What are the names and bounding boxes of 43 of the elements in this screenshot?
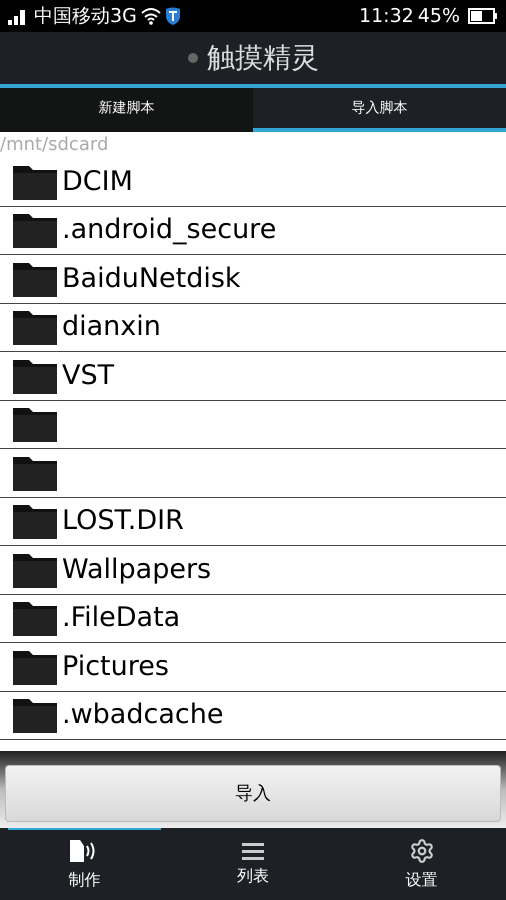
- folder-icon: [12, 405, 58, 444]
- app-title: 触摸精灵: [207, 40, 319, 76]
- folder-row[interactable]: Wallpapers: [0, 546, 506, 594]
- wifi-icon: [140, 7, 161, 25]
- folder-row[interactable]: Pictures: [0, 643, 506, 692]
- folder-name: BaiduNetdisk: [62, 262, 241, 296]
- folder-name: Pictures: [62, 650, 169, 684]
- folder-row[interactable]: VST: [0, 352, 506, 400]
- folder-row[interactable]: .wbadcache: [0, 692, 506, 740]
- folder-icon: [12, 211, 58, 250]
- folder-row[interactable]: .android_secure: [0, 206, 506, 255]
- folder-name: dianxin: [62, 310, 161, 344]
- menu-icon: [242, 842, 264, 860]
- folder-name: DCIM: [62, 164, 133, 198]
- battery-percent: 45%: [418, 4, 460, 29]
- folder-icon: [12, 308, 58, 346]
- folder-row[interactable]: dianxin: [0, 304, 506, 352]
- folder-icon: [12, 599, 58, 638]
- settings-icon: [408, 838, 435, 864]
- shield-icon: [164, 7, 181, 25]
- tab[interactable]: 导入脚本: [253, 88, 506, 132]
- folder-name: LOST.DIR: [62, 504, 184, 538]
- clock: 11:32: [359, 4, 414, 29]
- folder-row[interactable]: .FileData: [0, 594, 506, 643]
- folder-name: VST: [62, 358, 114, 392]
- folder-name: .FileData: [62, 601, 180, 635]
- folder-icon: [12, 502, 58, 540]
- status-dot-icon: [187, 52, 199, 64]
- folder-icon: [12, 696, 58, 734]
- nav-tab[interactable]: 列表: [176, 828, 330, 900]
- folder-row[interactable]: LOST.DIR: [0, 498, 506, 546]
- battery-icon: [468, 8, 498, 24]
- folder-name: .android_secure: [62, 213, 276, 247]
- path-label: /mnt/sdcard: [0, 133, 110, 157]
- nav-tab[interactable]: 设置: [345, 828, 498, 900]
- folder-row[interactable]: DCIM: [0, 158, 506, 206]
- folder-name: Wallpapers: [62, 552, 212, 586]
- tab[interactable]: 新建脚本: [0, 88, 253, 132]
- nav-tab[interactable]: 制作: [8, 828, 161, 900]
- folder-row[interactable]: BaiduNetdisk: [0, 255, 506, 304]
- folder-name: .wbadcache: [62, 698, 224, 732]
- carrier-label: 中国移动3G: [34, 4, 137, 29]
- import-button[interactable]: 导入: [5, 765, 501, 822]
